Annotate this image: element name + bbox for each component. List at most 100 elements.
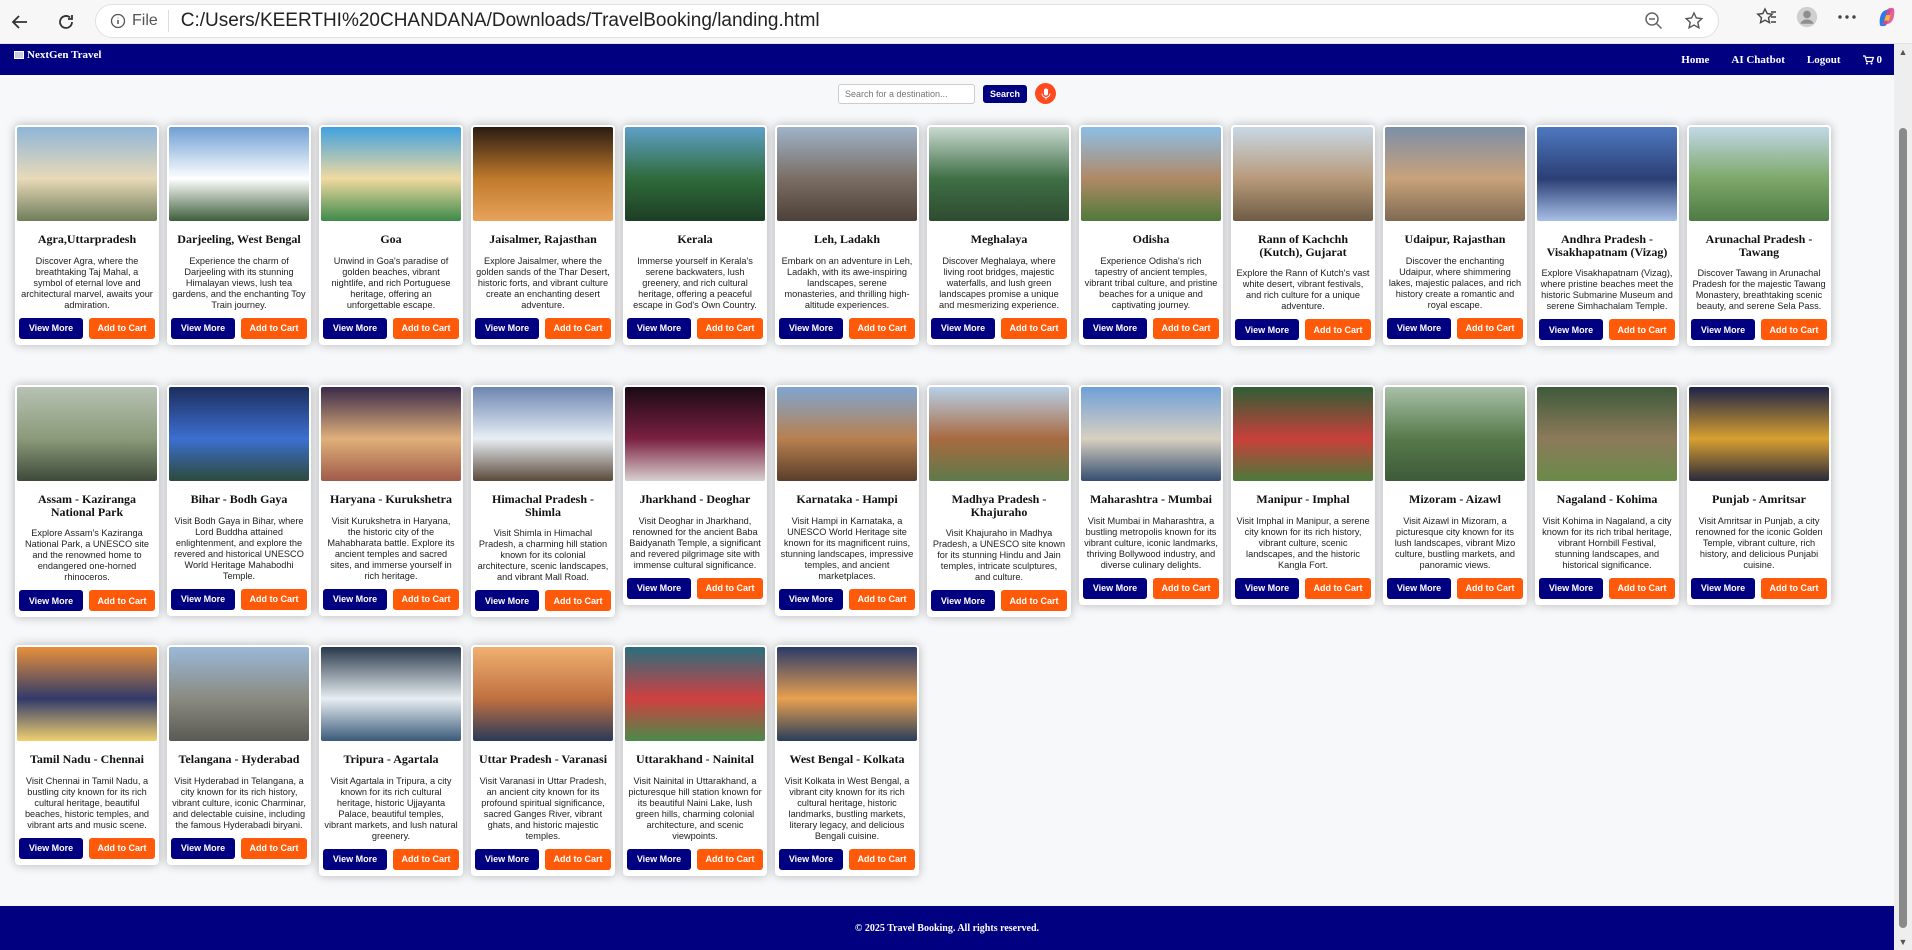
view-more-button[interactable]: View More [323, 848, 387, 870]
view-more-button[interactable]: View More [627, 317, 691, 339]
add-to-cart-button[interactable]: Add to Cart [1305, 319, 1371, 340]
destination-card: Arunachal Pradesh - Tawang Discover Tawa… [1687, 125, 1831, 346]
destination-card: Uttar Pradesh - Varanasi Visit Varanasi … [471, 645, 615, 876]
favorite-star-icon[interactable] [1684, 11, 1704, 31]
destination-description: Embark on an adventure in Leh, Ladakh, w… [781, 255, 913, 310]
profile-avatar-icon[interactable] [1796, 6, 1818, 28]
add-to-cart-button[interactable]: Add to Cart [1001, 590, 1067, 611]
view-more-button[interactable]: View More [931, 590, 995, 611]
add-to-cart-button[interactable]: Add to Cart [849, 317, 915, 339]
address-bar[interactable]: File C:/Users/KEERTHI%20CHANDANA/Downloa… [95, 4, 1719, 38]
add-to-cart-button[interactable]: Add to Cart [1761, 319, 1827, 340]
add-to-cart-button[interactable]: Add to Cart [241, 317, 307, 339]
add-to-cart-button[interactable]: Add to Cart [1153, 577, 1219, 599]
destination-card: Karnataka - Hampi Visit Hampi in Karnata… [775, 385, 919, 616]
view-more-button[interactable]: View More [1691, 577, 1755, 599]
view-more-button[interactable]: View More [1387, 317, 1451, 339]
nav-link-logout[interactable]: Logout [1807, 54, 1841, 66]
view-more-button[interactable]: View More [627, 577, 691, 599]
add-to-cart-button[interactable]: Add to Cart [393, 317, 459, 339]
add-to-cart-button[interactable]: Add to Cart [89, 590, 155, 611]
view-more-button[interactable]: View More [1539, 577, 1603, 599]
add-to-cart-button[interactable]: Add to Cart [393, 588, 459, 610]
view-more-button[interactable]: View More [19, 317, 83, 339]
site-footer: © 2025 Travel Booking. All rights reserv… [0, 906, 1894, 950]
view-more-button[interactable]: View More [1539, 319, 1603, 340]
add-to-cart-button[interactable]: Add to Cart [393, 848, 459, 870]
page-scrollbar[interactable]: ▲ ▼ [1894, 44, 1912, 950]
add-to-cart-button[interactable]: Add to Cart [1457, 577, 1523, 599]
add-to-cart-button[interactable]: Add to Cart [697, 848, 763, 870]
view-more-button[interactable]: View More [1387, 577, 1451, 599]
nav-link-home[interactable]: Home [1681, 54, 1709, 66]
view-more-button[interactable]: View More [475, 317, 539, 339]
destination-description: Visit Bodh Gaya in Bihar, where Lord Bud… [174, 515, 304, 581]
voice-search-button[interactable] [1035, 83, 1057, 104]
add-to-cart-button[interactable]: Add to Cart [1761, 577, 1827, 599]
destination-title: Telangana - Hyderabad [178, 752, 300, 766]
destination-title: Jharkhand - Deoghar [639, 492, 751, 506]
site-info-button[interactable]: File [104, 10, 169, 32]
destination-image [1537, 387, 1677, 481]
view-more-button[interactable]: View More [627, 848, 691, 870]
add-to-cart-button[interactable]: Add to Cart [1001, 317, 1067, 339]
view-more-button[interactable]: View More [779, 588, 843, 610]
add-to-cart-button[interactable]: Add to Cart [241, 837, 307, 859]
zoom-out-icon[interactable] [1644, 11, 1664, 31]
add-to-cart-button[interactable]: Add to Cart [849, 848, 915, 870]
view-more-button[interactable]: View More [171, 837, 235, 859]
add-to-cart-button[interactable]: Add to Cart [89, 317, 155, 339]
view-more-button[interactable]: View More [323, 588, 387, 610]
destination-description: Visit Hyderabad in Telangana, a city kno… [172, 775, 306, 830]
view-more-button[interactable]: View More [19, 837, 83, 859]
reload-icon[interactable] [50, 6, 82, 38]
view-more-button[interactable]: View More [1083, 317, 1147, 339]
add-to-cart-button[interactable]: Add to Cart [1609, 577, 1675, 599]
copilot-icon[interactable] [1876, 6, 1898, 28]
view-more-button[interactable]: View More [1235, 319, 1299, 340]
destination-title: Rann of Kachchh (Kutch), Gujarat [1257, 232, 1349, 259]
add-to-cart-button[interactable]: Add to Cart [1305, 577, 1371, 599]
view-more-button[interactable]: View More [475, 590, 539, 611]
nav-link-ai-chatbot[interactable]: AI Chatbot [1731, 54, 1784, 66]
view-more-button[interactable]: View More [171, 588, 235, 610]
scrollbar-thumb[interactable] [1899, 128, 1907, 928]
cart-link[interactable]: 0 [1862, 54, 1882, 66]
add-to-cart-button[interactable]: Add to Cart [849, 588, 915, 610]
view-more-button[interactable]: View More [1235, 577, 1299, 599]
add-to-cart-button[interactable]: Add to Cart [545, 317, 611, 339]
url-text[interactable]: C:/Users/KEERTHI%20CHANDANA/Downloads/Tr… [181, 10, 820, 32]
view-more-button[interactable]: View More [779, 848, 843, 870]
add-to-cart-button[interactable]: Add to Cart [697, 317, 763, 339]
favorites-icon[interactable] [1756, 6, 1778, 28]
view-more-button[interactable]: View More [931, 317, 995, 339]
view-more-button[interactable]: View More [323, 317, 387, 339]
destination-image [625, 127, 765, 221]
destination-title: Jaisalmer, Rajasthan [489, 232, 597, 246]
add-to-cart-button[interactable]: Add to Cart [1609, 319, 1675, 340]
view-more-button[interactable]: View More [1691, 319, 1755, 340]
destination-image [169, 647, 309, 741]
view-more-button[interactable]: View More [779, 317, 843, 339]
scroll-up-icon[interactable]: ▲ [1898, 48, 1908, 57]
add-to-cart-button[interactable]: Add to Cart [545, 848, 611, 870]
view-more-button[interactable]: View More [475, 848, 539, 870]
add-to-cart-button[interactable]: Add to Cart [697, 577, 763, 599]
view-more-button[interactable]: View More [19, 590, 83, 611]
add-to-cart-button[interactable]: Add to Cart [241, 588, 307, 610]
brand[interactable]: NextGen Travel [14, 49, 101, 61]
view-more-button[interactable]: View More [171, 317, 235, 339]
search-button[interactable]: Search [982, 84, 1028, 103]
destination-image [473, 387, 613, 481]
view-more-button[interactable]: View More [1083, 577, 1147, 599]
more-options-icon[interactable] [1836, 6, 1858, 28]
back-icon[interactable] [4, 6, 36, 38]
search-input[interactable] [837, 83, 975, 104]
add-to-cart-button[interactable]: Add to Cart [89, 837, 155, 859]
destination-card: Agra,Uttarpradesh Discover Agra, where t… [15, 125, 159, 345]
add-to-cart-button[interactable]: Add to Cart [1457, 317, 1523, 339]
scroll-down-icon[interactable]: ▼ [1898, 938, 1908, 947]
add-to-cart-button[interactable]: Add to Cart [1153, 317, 1219, 339]
destination-title: Tamil Nadu - Chennai [30, 752, 144, 766]
add-to-cart-button[interactable]: Add to Cart [545, 590, 611, 611]
